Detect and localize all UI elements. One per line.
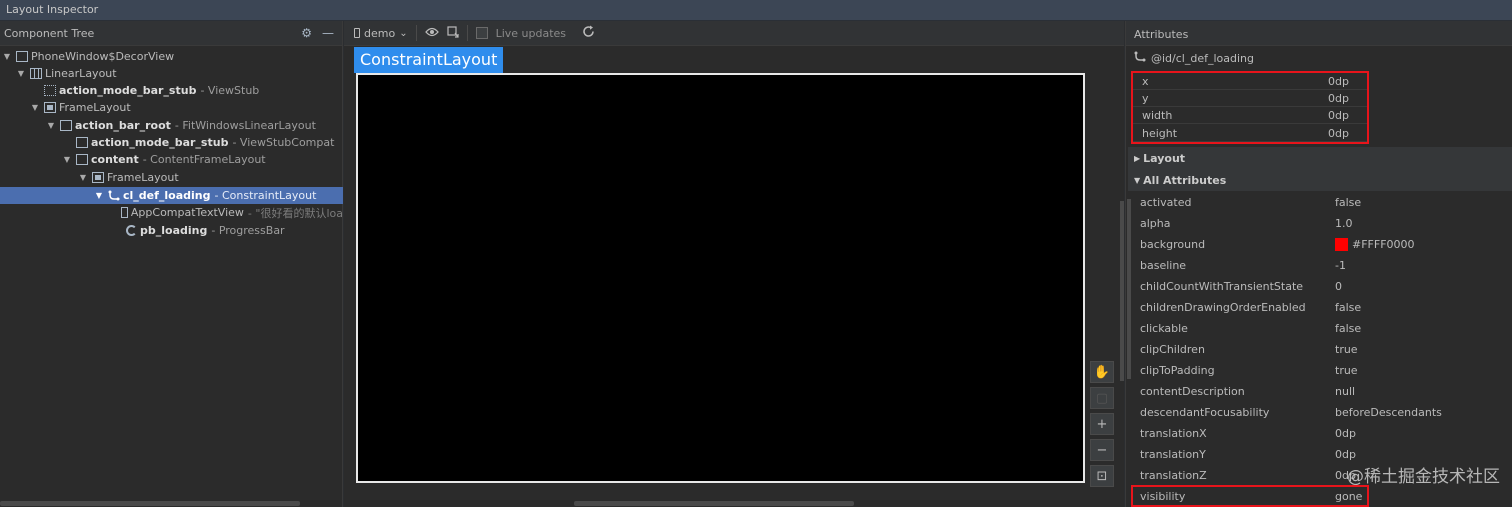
attr-row-children-drawing-order[interactable]: childrenDrawingOrderEnabled false	[1140, 297, 1510, 318]
view-icon	[60, 120, 72, 131]
expand-arrow-icon[interactable]: ▼	[30, 103, 40, 112]
tree-node-content[interactable]: ▼ content - ContentFrameLayout	[0, 151, 343, 168]
device-selector[interactable]: demo ⌄	[354, 27, 408, 40]
view-label: ConstraintLayout	[354, 47, 504, 73]
zoom-out-icon[interactable]: −	[1090, 439, 1114, 461]
expand-arrow-icon[interactable]: ▼	[78, 173, 88, 182]
attributes-title: Attributes	[1126, 21, 1512, 46]
view-icon	[76, 137, 88, 148]
linear-layout-icon	[30, 68, 42, 79]
text-view-icon	[120, 207, 128, 218]
phone-icon	[354, 28, 360, 38]
window-title: Layout Inspector	[0, 0, 1512, 21]
expand-arrow-icon[interactable]: ▼	[2, 52, 12, 61]
canvas-vertical-scrollbar[interactable]	[1120, 201, 1124, 381]
section-layout[interactable]: ▶ Layout	[1128, 147, 1512, 169]
attr-row-alpha[interactable]: alpha 1.0	[1140, 213, 1510, 234]
geometry-highlight-box	[1131, 71, 1369, 144]
selected-view-id: @id/cl_def_loading	[1126, 46, 1512, 70]
tree-node-app-compat-text-view[interactable]: AppCompatTextView - "很好看的默认loa	[0, 204, 343, 221]
zoom-in-icon[interactable]: +	[1090, 413, 1114, 435]
zoom-toolbar: ✋ ▢ + − ⊡	[1090, 361, 1116, 487]
toolbar-divider	[466, 25, 468, 41]
attr-row-descendant-focusability[interactable]: descendantFocusability beforeDescendants	[1140, 402, 1510, 423]
expand-arrow-icon[interactable]: ▼	[62, 155, 72, 164]
eye-icon[interactable]	[424, 27, 439, 40]
view-stub-icon	[44, 85, 56, 96]
attr-row-child-count[interactable]: childCountWithTransientState 0	[1140, 276, 1510, 297]
collapse-icon[interactable]: —	[322, 26, 334, 40]
toolbar-divider	[415, 25, 417, 41]
expand-arrow-icon[interactable]: ▼	[46, 121, 56, 130]
tree-node-cl-def-loading[interactable]: ▼ cl_def_loading - ConstraintLayout	[0, 187, 343, 204]
visibility-highlight-box	[1131, 485, 1369, 507]
attr-row-clip-to-padding[interactable]: clipToPadding true	[1140, 360, 1510, 381]
component-tree-title: Component Tree	[4, 26, 95, 40]
expand-arrow-icon[interactable]: ▼	[16, 69, 26, 78]
expand-arrow-icon: ▶	[1134, 153, 1141, 163]
tree-node-pb-loading[interactable]: pb_loading - ProgressBar	[0, 222, 343, 239]
export-snapshot-icon[interactable]	[446, 25, 459, 41]
live-updates-checkbox[interactable]	[475, 27, 488, 39]
frame-layout-icon	[92, 172, 104, 183]
chevron-down-icon: ⌄	[399, 27, 408, 39]
layers-icon: ▢	[1090, 387, 1114, 409]
tree-node-frame-layout[interactable]: ▼ FrameLayout	[0, 99, 343, 116]
component-tree-header: Component Tree ⚙ —	[0, 21, 342, 46]
attr-row-translation-x[interactable]: translationX 0dp	[1140, 423, 1510, 444]
frame-layout-icon	[44, 102, 56, 113]
component-tree-panel: Component Tree ⚙ — ▼ PhoneWindow$DecorVi…	[0, 21, 343, 507]
view-icon	[16, 51, 28, 62]
tree-node-action-mode-bar-stub[interactable]: action_mode_bar_stub - ViewStub	[0, 82, 343, 99]
refresh-icon[interactable]	[582, 25, 595, 41]
gear-icon[interactable]: ⚙	[301, 26, 312, 40]
constraint-layout-icon	[108, 190, 120, 201]
pan-hand-icon[interactable]: ✋	[1090, 361, 1114, 383]
section-all-attributes[interactable]: ▼ All Attributes	[1128, 169, 1512, 191]
attr-row-background[interactable]: background #FFFF0000	[1140, 234, 1510, 255]
attr-row-clickable[interactable]: clickable false	[1140, 318, 1510, 339]
attr-row-content-description[interactable]: contentDescription null	[1140, 381, 1510, 402]
attr-row-activated[interactable]: activated false	[1140, 192, 1510, 213]
tree-node-frame-layout-inner[interactable]: ▼ FrameLayout	[0, 169, 343, 186]
tree-node-action-bar-root[interactable]: ▼ action_bar_root - FitWindowsLinearLayo…	[0, 117, 343, 134]
watermark: @稀土掘金技术社区	[1347, 467, 1500, 487]
tree-node-linear-layout[interactable]: ▼ LinearLayout	[0, 65, 343, 82]
collapse-arrow-icon: ▼	[1134, 175, 1141, 185]
tree-node-decor-view[interactable]: ▼ PhoneWindow$DecorView	[0, 48, 343, 65]
canvas-toolbar: demo ⌄ Live updates	[344, 21, 1124, 46]
color-swatch[interactable]	[1335, 238, 1348, 251]
view-icon	[76, 154, 88, 165]
tree-horizontal-scrollbar[interactable]	[0, 501, 300, 506]
live-updates-label: Live updates	[495, 26, 567, 40]
device-screen[interactable]	[356, 73, 1085, 483]
tree-node-action-mode-bar-stub-compat[interactable]: action_mode_bar_stub - ViewStubCompat	[0, 134, 343, 151]
canvas-horizontal-scrollbar[interactable]	[574, 501, 854, 506]
expand-arrow-icon[interactable]: ▼	[94, 191, 104, 200]
attributes-panel: Attributes @id/cl_def_loading x 0dp y 0d…	[1125, 21, 1512, 507]
layout-canvas-panel: demo ⌄ Live updates ConstraintLayout ✋ ▢…	[344, 21, 1124, 507]
attr-row-baseline[interactable]: baseline -1	[1140, 255, 1510, 276]
zoom-fit-icon[interactable]: ⊡	[1090, 465, 1114, 487]
attributes-vertical-scrollbar[interactable]	[1127, 199, 1131, 379]
progress-bar-icon	[126, 225, 137, 236]
constraint-layout-icon	[1134, 51, 1146, 65]
attr-row-clip-children[interactable]: clipChildren true	[1140, 339, 1510, 360]
